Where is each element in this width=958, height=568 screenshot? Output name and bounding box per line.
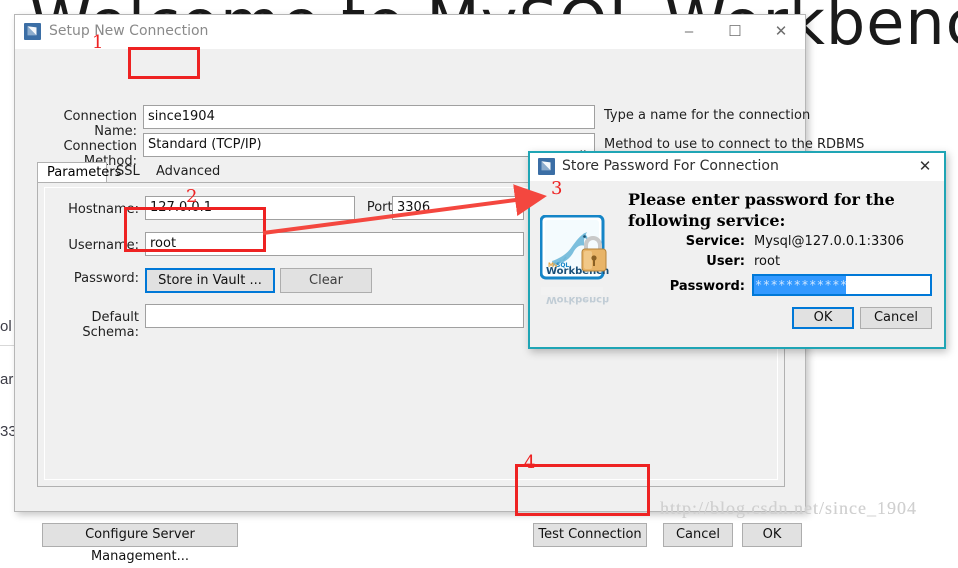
close-icon: ✕ (774, 23, 788, 40)
tab-ssl[interactable]: SSL (107, 162, 141, 182)
logo-reflection: Workbench (540, 285, 610, 309)
dialog-password-input[interactable]: ************** (752, 274, 932, 296)
password-dialog-heading: Please enter password for the following … (628, 190, 895, 230)
connection-method-value: Standard (TCP/IP) (148, 137, 262, 152)
dialog-ok-button[interactable]: OK (792, 307, 854, 329)
maximize-button[interactable]: ☐ (712, 15, 758, 48)
workbench-icon (538, 158, 555, 175)
connection-name-hint: Type a name for the connection (604, 108, 811, 123)
annotation-box-1 (128, 47, 200, 79)
annotation-number-1: 1 (92, 32, 104, 53)
close-icon[interactable]: ✕ (912, 156, 938, 178)
clear-password-button[interactable]: Clear (280, 268, 372, 293)
password-label: Password: (73, 271, 139, 286)
user-label: User: (706, 254, 745, 269)
watermark: http://blog.csdn.net/since_1904 (660, 498, 917, 518)
mysql-workbench-logo: My SQL. Workbench (539, 214, 610, 285)
setup-window-titlebar: Setup New Connection – ☐ ✕ (15, 15, 805, 50)
dialog-cancel-button[interactable]: Cancel (860, 307, 932, 329)
cancel-button[interactable]: Cancel (663, 523, 733, 547)
minimize-icon: – (684, 23, 694, 40)
annotation-number-3: 3 (551, 178, 563, 199)
service-value: Mysql@127.0.0.1:3306 (754, 234, 905, 249)
ok-button[interactable]: OK (742, 523, 802, 547)
configure-server-management-button[interactable]: Configure Server Management... (42, 523, 238, 564)
tab-advanced[interactable]: Advanced (147, 162, 220, 182)
annotation-number-2: 2 (186, 186, 198, 207)
port-input[interactable]: 3306 (392, 196, 524, 220)
test-connection-button[interactable]: Test Connection (533, 523, 647, 547)
close-button[interactable]: ✕ (758, 15, 804, 48)
annotation-box-2 (124, 207, 266, 252)
connection-method-hint: Method to use to connect to the RDBMS (604, 137, 865, 152)
store-password-dialog: Store Password For Connection ✕ Please e… (528, 151, 946, 349)
dialog-password-value: ************** (754, 276, 846, 294)
svg-text:Workbench: Workbench (546, 294, 609, 305)
screen: Welcome to MySQL Workbench ol ar 33 Setu… (0, 0, 958, 564)
password-dialog-title: Store Password For Connection (562, 158, 779, 174)
minimize-button[interactable]: – (666, 15, 712, 48)
dialog-password-label: Password: (669, 279, 745, 294)
connection-name-input[interactable]: since1904 (143, 105, 595, 129)
password-dialog-titlebar: Store Password For Connection ✕ (530, 153, 944, 181)
user-value: root (754, 254, 781, 269)
service-label: Service: (685, 234, 745, 249)
setup-window-title: Setup New Connection (49, 23, 209, 39)
default-schema-label: Default Schema: (82, 310, 139, 340)
tab-parameters[interactable]: Parameters (37, 162, 121, 182)
store-in-vault-button[interactable]: Store in Vault ... (145, 268, 275, 293)
connection-name-label: Connection Name: (63, 109, 137, 139)
workbench-icon (24, 23, 41, 40)
default-schema-input[interactable] (145, 304, 524, 328)
maximize-icon: ☐ (728, 23, 742, 40)
annotation-number-4: 4 (524, 452, 536, 473)
